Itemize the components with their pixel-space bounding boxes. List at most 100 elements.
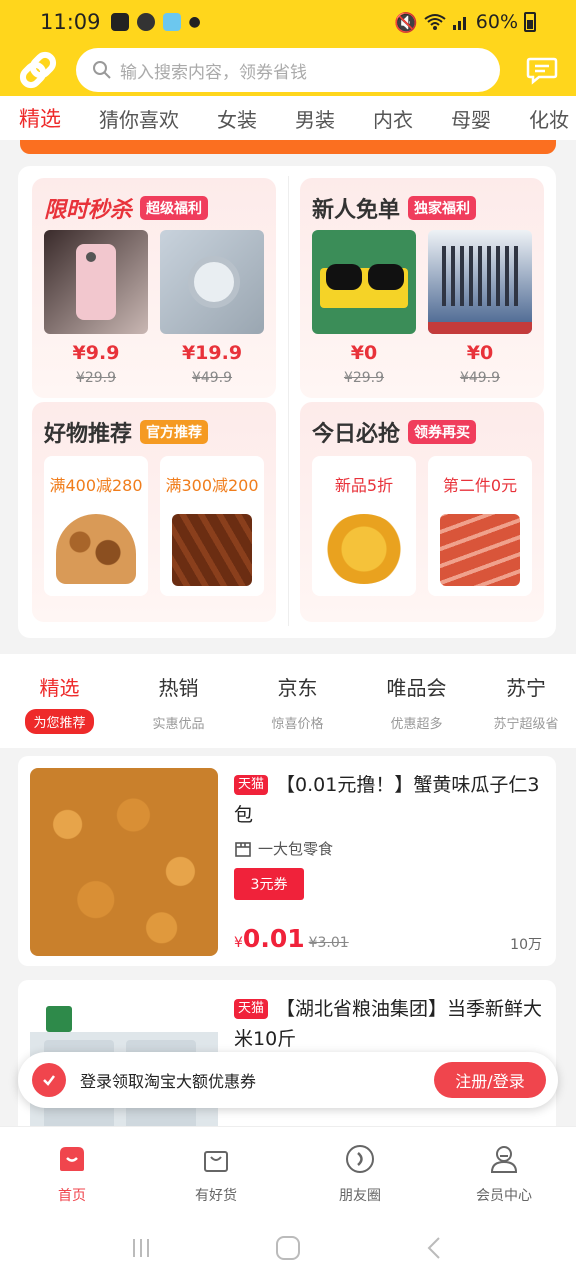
product-title-row: 天猫 【0.01元撸！】蟹黄味瓜子仁3包 [234, 770, 546, 830]
source-tab-suning[interactable]: 苏宁 苏宁超级省 [476, 654, 576, 748]
flash-sale-section[interactable]: 限时秒杀 超级福利 ¥9.9 ¥29.9 ¥19.9 ¥49.9 [32, 178, 276, 398]
good-picks-section[interactable]: 好物推荐 官方推荐 满400减280 满300减200 [32, 402, 276, 622]
tab-cosmetics[interactable]: 化妆 [510, 104, 576, 133]
moments-icon [346, 1145, 374, 1173]
good-picks-item-1[interactable]: 满400减280 [44, 456, 148, 596]
gallery-icon [110, 13, 129, 31]
flash-sale-title-row: 限时秒杀 超级福利 [44, 192, 209, 224]
nuts-image [56, 514, 136, 584]
newuser-price-1: ¥0 [350, 342, 378, 364]
product-price: 0.01 [242, 924, 305, 953]
today-deals-item-1[interactable]: 新品5折 [312, 456, 416, 596]
source-tab-name: 京东 [277, 676, 318, 700]
nav-label: 会员中心 [476, 1188, 532, 1204]
chicken-feet-image [324, 514, 404, 584]
source-tab-hot[interactable]: 热销 实惠优品 [119, 654, 238, 748]
register-login-button[interactable]: 注册/登录 [434, 1062, 546, 1098]
back-icon[interactable] [422, 1235, 448, 1261]
product-title: 【湖北省粮油集团】当季新鲜大米10斤 [234, 998, 543, 1050]
tab-guess-you-like[interactable]: 猜你喜欢 [80, 104, 198, 133]
tmall-badge: 天猫 [234, 775, 269, 795]
tab-mens[interactable]: 男装 [276, 104, 354, 133]
source-tabs: 精选 为您推荐 热销 实惠优品 京东 惊喜价格 唯品会 优惠超多 苏宁 苏宁超级… [0, 654, 576, 748]
shopping-bag-icon [204, 1151, 228, 1172]
product-orig-price: ¥3.01 [308, 935, 349, 951]
flash-price-1: ¥9.9 [72, 342, 120, 364]
nav-moments[interactable]: 朋友圈 [288, 1127, 432, 1216]
watch-image[interactable] [160, 230, 264, 334]
message-icon [526, 57, 558, 85]
app-notification-icon [136, 13, 155, 31]
good-picks-label-1: 满400减280 [49, 476, 143, 495]
product-card[interactable]: 天猫 【0.01元撸！】蟹黄味瓜子仁3包 一大包零食 3元券 ¥0.01 ¥3.01… [18, 756, 556, 966]
status-bar: 11:09 ● 🔇 60% [0, 0, 576, 44]
today-deals-label-1: 新品5折 [334, 476, 394, 495]
source-tab-vip[interactable]: 唯品会 优惠超多 [357, 654, 476, 748]
flash-sale-tag: 超级福利 [140, 196, 209, 220]
nav-label: 有好货 [195, 1188, 237, 1204]
source-tab-name: 热销 [158, 676, 199, 700]
flash-sale-title: 限时秒杀 [44, 198, 133, 223]
nav-member-center[interactable]: 会员中心 [432, 1127, 576, 1216]
makeup-brushes-image[interactable] [428, 230, 532, 334]
today-deals-title-row: 今日必抢 领券再买 [312, 416, 477, 448]
weather-icon [162, 13, 181, 31]
source-tab-sub: 惊喜价格 [271, 717, 324, 732]
source-tab-jd[interactable]: 京东 惊喜价格 [238, 654, 357, 748]
source-tab-sub: 实惠优品 [152, 717, 205, 732]
tab-featured[interactable]: 精选 [0, 103, 80, 133]
sales-count: 10万 [510, 937, 542, 953]
nav-home[interactable]: 首页 [0, 1127, 144, 1216]
source-tab-featured[interactable]: 精选 为您推荐 [0, 654, 119, 748]
source-tab-sub: 苏宁超级省 [493, 717, 559, 732]
source-tab-name: 唯品会 [386, 676, 447, 700]
source-tab-name: 精选 [39, 676, 80, 700]
nav-label: 朋友圈 [339, 1188, 381, 1204]
new-user-title-row: 新人免单 独家福利 [312, 192, 477, 224]
top-header: 输入搜索内容，领券省钱 [0, 44, 576, 96]
source-tab-sub: 为您推荐 [25, 709, 94, 734]
banner-strip[interactable] [20, 140, 556, 154]
search-input[interactable]: 输入搜索内容，领券省钱 [76, 48, 500, 92]
promo-grid: 限时秒杀 超级福利 ¥9.9 ¥29.9 ¥19.9 ¥49.9 新人免单 独家… [18, 166, 556, 638]
today-deals-tag: 领券再买 [408, 420, 477, 444]
new-user-tag: 独家福利 [408, 196, 477, 220]
today-deals-item-2[interactable]: 第二件0元 [428, 456, 532, 596]
home-button-icon[interactable] [274, 1234, 302, 1262]
user-icon [490, 1146, 518, 1173]
tab-womens[interactable]: 女装 [198, 104, 276, 133]
battery-percent: 60% [475, 11, 518, 33]
beef-jerky-image [172, 514, 252, 586]
search-placeholder: 输入搜索内容，领券省钱 [120, 62, 307, 83]
source-tab-sub: 优惠超多 [390, 717, 443, 732]
category-tabs: 精选 猜你喜欢 女装 男装 内衣 母婴 化妆 [0, 96, 576, 140]
source-tab-name: 苏宁 [506, 676, 546, 700]
good-picks-item-2[interactable]: 满300减200 [160, 456, 264, 596]
today-deals-label-2: 第二件0元 [442, 476, 518, 495]
app-logo-icon[interactable] [14, 46, 62, 94]
good-picks-title-row: 好物推荐 官方推荐 [44, 416, 209, 448]
newuser-orig-price-1: ¥29.9 [343, 370, 385, 386]
good-picks-title: 好物推荐 [44, 422, 133, 447]
divider [288, 176, 289, 626]
product-image [30, 768, 218, 956]
recent-apps-icon[interactable] [128, 1235, 154, 1261]
phone-case-image[interactable] [44, 230, 148, 334]
coupon-badge[interactable]: 3元券 [234, 868, 304, 900]
message-button[interactable] [522, 50, 562, 90]
login-prompt-text: 登录领取淘宝大额优惠券 [80, 1072, 257, 1091]
flash-orig-price-2: ¥49.9 [191, 370, 233, 386]
today-deals-section[interactable]: 今日必抢 领券再买 新品5折 第二件0元 [300, 402, 544, 622]
newuser-price-2: ¥0 [466, 342, 494, 364]
tab-mother-baby[interactable]: 母婴 [432, 104, 510, 133]
product-title: 【0.01元撸！】蟹黄味瓜子仁3包 [234, 774, 540, 826]
tmall-badge: 天猫 [234, 999, 269, 1019]
pork-jerky-image [440, 514, 520, 586]
price-symbol: ¥ [234, 935, 243, 951]
bottom-nav: 首页 有好货 朋友圈 会员中心 [0, 1126, 576, 1216]
search-icon [93, 61, 111, 79]
nav-good-items[interactable]: 有好货 [144, 1127, 288, 1216]
tab-underwear[interactable]: 内衣 [354, 104, 432, 133]
new-user-section[interactable]: 新人免单 独家福利 ¥0 ¥29.9 ¥0 ¥49.9 [300, 178, 544, 398]
sunglasses-image[interactable] [312, 230, 416, 334]
